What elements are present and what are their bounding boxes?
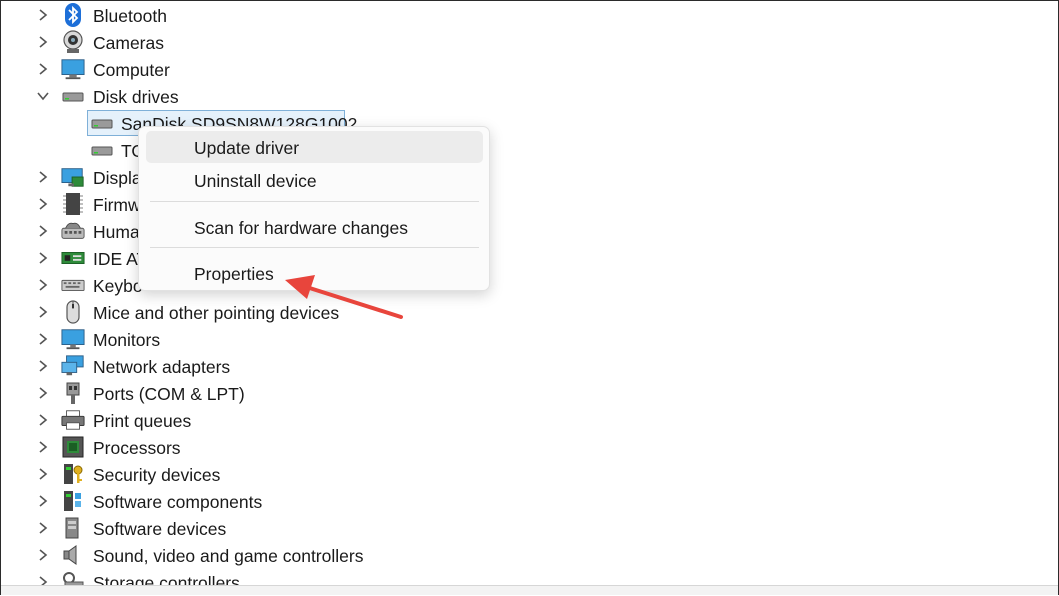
menu-separator: [150, 201, 479, 202]
tree-item-mice[interactable]: Mice and other pointing devices: [1, 299, 1058, 326]
ide-controller-icon: [61, 246, 85, 270]
chevron-right-icon[interactable]: [36, 35, 50, 49]
tree-item-ports[interactable]: Ports (COM & LPT): [1, 380, 1058, 407]
bluetooth-icon: [61, 3, 85, 27]
menu-item-label: Update driver: [194, 138, 300, 158]
chevron-right-icon[interactable]: [36, 224, 50, 238]
chevron-right-icon[interactable]: [36, 413, 50, 427]
menu-item-label: Uninstall device: [194, 171, 317, 191]
tree-item-label: Software components: [93, 492, 263, 512]
mouse-icon: [61, 300, 85, 324]
tree-item-label: Computer: [93, 60, 170, 80]
tree-item-processors[interactable]: Processors: [1, 434, 1058, 461]
chevron-right-icon[interactable]: [36, 548, 50, 562]
network-adapter-icon: [61, 354, 85, 378]
tree-item-label: Cameras: [93, 33, 164, 53]
monitor-icon: [61, 327, 85, 351]
tree-item-label: Ports (COM & LPT): [93, 384, 245, 404]
chevron-right-icon[interactable]: [36, 305, 50, 319]
tree-item-software-components[interactable]: Software components: [1, 488, 1058, 515]
disk-drive-icon: [90, 111, 114, 135]
menu-item-uninstall-device[interactable]: Uninstall device: [146, 164, 483, 196]
chevron-right-icon[interactable]: [36, 494, 50, 508]
chevron-right-icon[interactable]: [36, 197, 50, 211]
tree-item-label: Firmw: [93, 195, 141, 215]
tree-item-label: Print queues: [93, 411, 192, 431]
tree-item-label: Software devices: [93, 519, 227, 539]
chevron-down-icon[interactable]: [36, 89, 50, 103]
menu-item-label: Properties: [194, 264, 274, 284]
firmware-icon: [61, 192, 85, 216]
disk-drive-icon: [90, 138, 114, 162]
annotation-arrow: [285, 275, 403, 319]
software-component-icon: [61, 489, 85, 513]
tree-item-label: Huma: [93, 222, 140, 242]
tree-item-label: Keybo: [93, 276, 143, 296]
chevron-right-icon[interactable]: [36, 8, 50, 22]
tree-item-security-devices[interactable]: Security devices: [1, 461, 1058, 488]
tree-item-disk-drives[interactable]: Disk drives: [1, 83, 1058, 110]
chevron-right-icon[interactable]: [36, 440, 50, 454]
tree-item-label: Processors: [93, 438, 181, 458]
chevron-right-icon[interactable]: [36, 521, 50, 535]
port-icon: [61, 381, 85, 405]
display-adapter-icon: [61, 165, 85, 189]
chevron-right-icon[interactable]: [36, 170, 50, 184]
tree-item-network-adapters[interactable]: Network adapters: [1, 353, 1058, 380]
keyboard-icon: [61, 273, 85, 297]
chevron-right-icon[interactable]: [36, 386, 50, 400]
tree-item-print-queues[interactable]: Print queues: [1, 407, 1058, 434]
disk-drive-icon: [61, 84, 85, 108]
printer-icon: [61, 408, 85, 432]
processor-icon: [61, 435, 85, 459]
menu-separator: [150, 247, 479, 248]
chevron-right-icon[interactable]: [36, 62, 50, 76]
hid-icon: [61, 219, 85, 243]
security-device-icon: [61, 462, 85, 486]
tree-item-label: Monitors: [93, 330, 161, 350]
tree-item-cameras[interactable]: Cameras: [1, 29, 1058, 56]
tree-item-bluetooth[interactable]: Bluetooth: [1, 2, 1058, 29]
chevron-right-icon[interactable]: [36, 278, 50, 292]
computer-icon: [61, 57, 85, 81]
chevron-right-icon[interactable]: [36, 467, 50, 481]
tree-item-label: Sound, video and game controllers: [93, 546, 364, 566]
horizontal-scrollbar[interactable]: [1, 585, 1058, 595]
chevron-right-icon[interactable]: [36, 359, 50, 373]
camera-icon: [61, 30, 85, 54]
software-device-icon: [61, 516, 85, 540]
device-manager-window: Bluetooth Cameras Computer Disk drives S…: [0, 0, 1059, 595]
tree-item-label: Disk drives: [93, 87, 179, 107]
tree-item-label: Network adapters: [93, 357, 231, 377]
tree-item-label: Bluetooth: [93, 6, 167, 26]
chevron-right-icon[interactable]: [36, 251, 50, 265]
tree-item-label: Displa: [93, 168, 142, 188]
tree-item-label: Security devices: [93, 465, 221, 485]
tree-item-sound-video-game[interactable]: Sound, video and game controllers: [1, 542, 1058, 569]
menu-item-scan-hardware[interactable]: Scan for hardware changes: [146, 211, 483, 243]
speaker-icon: [61, 543, 85, 567]
menu-item-update-driver[interactable]: Update driver: [146, 131, 483, 163]
tree-item-computer[interactable]: Computer: [1, 56, 1058, 83]
tree-item-software-devices[interactable]: Software devices: [1, 515, 1058, 542]
tree-item-monitors[interactable]: Monitors: [1, 326, 1058, 353]
chevron-right-icon[interactable]: [36, 332, 50, 346]
menu-item-label: Scan for hardware changes: [194, 218, 409, 238]
